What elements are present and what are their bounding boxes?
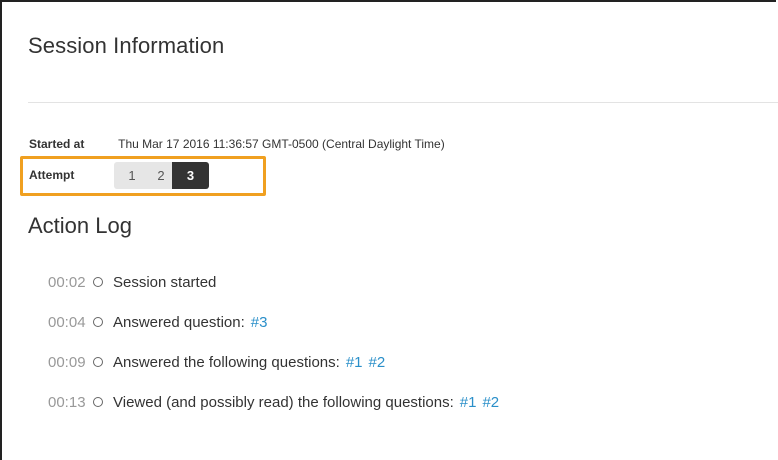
question-link[interactable]: #1 [346, 354, 363, 371]
action-log-title: Action Log [28, 213, 132, 238]
log-time: 00:09 [48, 353, 86, 371]
circle-icon [93, 357, 103, 367]
attempt-label: Attempt [29, 168, 75, 182]
log-entry: 00:04 Answered question: #3 [48, 302, 499, 342]
log-text: Viewed (and possibly read) the following… [113, 393, 454, 411]
attempt-button-2[interactable]: 2 [150, 161, 172, 189]
started-at-value: Thu Mar 17 2016 11:36:57 GMT-0500 (Centr… [118, 137, 445, 151]
log-text: Answered the following questions: [113, 353, 340, 371]
attempt-button-3[interactable]: 3 [172, 161, 209, 189]
circle-icon [93, 317, 103, 327]
attempt-row: Attempt 1 2 3 [29, 161, 209, 189]
log-text: Answered question: [113, 313, 245, 331]
started-at-label: Started at [29, 137, 85, 151]
circle-icon [93, 397, 103, 407]
log-entry: 00:09 Answered the following questions: … [48, 342, 499, 382]
log-time: 00:13 [48, 393, 86, 411]
page-title: Session Information [28, 33, 225, 58]
attempt-pager: 1 2 3 [114, 161, 209, 189]
circle-icon [93, 277, 103, 287]
question-link[interactable]: #2 [369, 354, 386, 371]
log-time: 00:02 [48, 273, 86, 291]
log-time: 00:04 [48, 313, 86, 331]
log-entry: 00:02 Session started [48, 262, 499, 302]
log-text: Session started [113, 273, 217, 291]
attempt-button-1[interactable]: 1 [114, 161, 150, 189]
question-link[interactable]: #2 [482, 394, 499, 411]
action-log-list: 00:02 Session started 00:04 Answered que… [48, 262, 499, 422]
question-link[interactable]: #3 [251, 314, 268, 331]
question-link[interactable]: #1 [460, 394, 477, 411]
started-at-row: Started at Thu Mar 17 2016 11:36:57 GMT-… [29, 137, 445, 151]
divider [28, 102, 778, 103]
log-entry: 00:13 Viewed (and possibly read) the fol… [48, 382, 499, 422]
